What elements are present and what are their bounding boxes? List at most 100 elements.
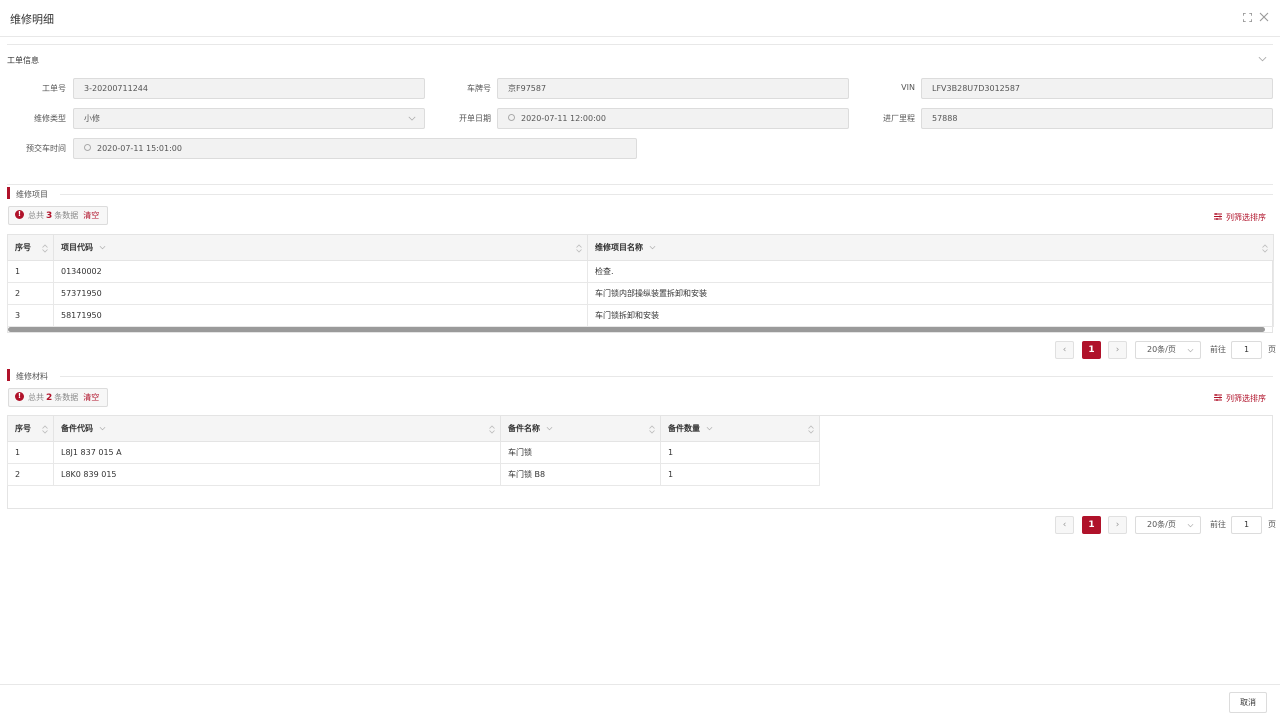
filter-icon: [1214, 394, 1222, 401]
repair-items-info-bar: ! 总共 3 条数据 清空: [8, 206, 108, 225]
goto-prefix: 前往: [1210, 520, 1226, 529]
vin-label: VIN: [901, 83, 915, 92]
page-size-value: 20条/页: [1147, 345, 1176, 354]
column-header-label: 备件代码: [61, 424, 93, 433]
sort-icon[interactable]: [649, 425, 655, 434]
chevron-down-icon[interactable]: [1258, 56, 1267, 62]
order-no-field[interactable]: 3-20200711244: [73, 78, 425, 99]
row-index: 3: [7, 304, 54, 327]
dialog-header: 维修明细: [0, 0, 1280, 37]
delivery-time-label: 预交车时间: [26, 144, 66, 153]
prev-page-button[interactable]: ‹: [1055, 516, 1074, 534]
table-row[interactable]: 1 01340002 检查.: [7, 260, 1274, 283]
goto-page-input[interactable]: 1: [1231, 341, 1262, 359]
repair-items-table: 序号 项目代码 维修项目名称 1 01340002 检查. 2 57371950…: [7, 234, 1274, 327]
repair-type-select[interactable]: 小修: [73, 108, 425, 129]
plate-field[interactable]: 京F97587: [497, 78, 849, 99]
sort-icon[interactable]: [576, 244, 582, 253]
order-no-value: 3-20200711244: [84, 84, 148, 93]
sort-icon[interactable]: [42, 244, 48, 253]
info-prefix: 总共: [28, 211, 44, 220]
table-row[interactable]: 3 58171950 车门锁拆卸和安装: [7, 304, 1274, 327]
chevron-down-icon[interactable]: [99, 245, 106, 250]
part-name: 车门锁: [500, 441, 661, 464]
column-filter-button[interactable]: 列筛选排序: [1214, 393, 1266, 404]
current-page[interactable]: 1: [1082, 341, 1101, 359]
sort-icon[interactable]: [808, 425, 814, 434]
info-suffix: 条数据: [54, 211, 79, 220]
mileage-field[interactable]: 57888: [921, 108, 1273, 129]
plate-value: 京F97587: [508, 84, 547, 93]
maximize-icon[interactable]: [1243, 13, 1252, 22]
row-index: 1: [7, 441, 54, 464]
close-icon[interactable]: [1259, 12, 1269, 22]
divider: [7, 184, 1273, 185]
current-page[interactable]: 1: [1082, 516, 1101, 534]
table-row[interactable]: 2 57371950 车门锁内部操纵装置拆卸和安装: [7, 282, 1274, 305]
horizontal-scrollbar[interactable]: [8, 327, 1265, 332]
page-size-select[interactable]: 20条/页: [1135, 516, 1201, 534]
column-header[interactable]: 备件名称: [500, 415, 661, 442]
open-date-value: 2020-07-11 12:00:00: [521, 114, 606, 123]
plate-label: 车牌号: [467, 84, 491, 93]
part-code: L8J1 837 015 A: [53, 441, 501, 464]
section-title-repair-items: 维修项目: [16, 190, 48, 199]
footer-divider: [0, 684, 1280, 685]
column-header[interactable]: 序号: [7, 234, 54, 261]
delivery-time-picker[interactable]: 2020-07-11 15:01:00: [73, 138, 637, 159]
clock-icon: [508, 114, 515, 121]
sort-icon[interactable]: [489, 425, 495, 434]
vin-field[interactable]: LFV3B28U7D3012587: [921, 78, 1273, 99]
column-header[interactable]: 备件代码: [53, 415, 501, 442]
row-index: 1: [7, 260, 54, 283]
chevron-down-icon: [1187, 523, 1194, 528]
order-no-label: 工单号: [42, 84, 66, 93]
table-row[interactable]: 2 L8K0 839 015 车门锁 B8 1: [7, 463, 820, 486]
column-filter-button[interactable]: 列筛选排序: [1214, 212, 1266, 223]
clear-button[interactable]: 清空: [83, 393, 99, 402]
chevron-down-icon[interactable]: [546, 426, 553, 431]
column-header[interactable]: 项目代码: [53, 234, 588, 261]
item-name: 车门锁内部操纵装置拆卸和安装: [587, 282, 1274, 305]
sort-icon[interactable]: [1262, 244, 1268, 253]
column-header-label: 备件数量: [668, 424, 700, 433]
clock-icon: [84, 144, 91, 151]
page-size-value: 20条/页: [1147, 520, 1176, 529]
vin-value: LFV3B28U7D3012587: [932, 84, 1021, 93]
cancel-button[interactable]: 取消: [1229, 692, 1267, 713]
divider: [7, 44, 1273, 45]
next-page-button[interactable]: ›: [1108, 341, 1127, 359]
clear-button[interactable]: 清空: [83, 211, 99, 220]
repair-materials-info-bar: ! 总共 2 条数据 清空: [8, 388, 108, 407]
column-header[interactable]: 维修项目名称: [587, 234, 1274, 261]
page-size-select[interactable]: 20条/页: [1135, 341, 1201, 359]
chevron-down-icon[interactable]: [649, 245, 656, 250]
prev-page-button[interactable]: ‹: [1055, 341, 1074, 359]
open-date-picker[interactable]: 2020-07-11 12:00:00: [497, 108, 849, 129]
column-header[interactable]: 备件数量: [660, 415, 820, 442]
part-code: L8K0 839 015: [53, 463, 501, 486]
part-name: 车门锁 B8: [500, 463, 661, 486]
divider: [60, 194, 1273, 195]
sort-icon[interactable]: [42, 425, 48, 434]
column-header-label: 序号: [15, 424, 31, 433]
item-code: 58171950: [53, 304, 588, 327]
next-page-button[interactable]: ›: [1108, 516, 1127, 534]
dialog-title: 维修明细: [10, 13, 54, 26]
delivery-time-value: 2020-07-11 15:01:00: [97, 144, 182, 153]
goto-page-input[interactable]: 1: [1231, 516, 1262, 534]
divider: [60, 376, 1273, 377]
section-marker: [7, 369, 10, 381]
chevron-down-icon[interactable]: [99, 426, 106, 431]
column-header[interactable]: 序号: [7, 415, 54, 442]
part-qty: 1: [660, 441, 820, 464]
info-suffix: 条数据: [54, 393, 79, 402]
repair-materials-table: 序号 备件代码 备件名称 备件数量 1 L8J1 837 015 A 车门锁 1…: [7, 415, 820, 486]
column-filter-label: 列筛选排序: [1226, 213, 1266, 222]
table-row[interactable]: 1 L8J1 837 015 A 车门锁 1: [7, 441, 820, 464]
column-header-label: 备件名称: [508, 424, 540, 433]
row-index: 2: [7, 463, 54, 486]
chevron-down-icon[interactable]: [706, 426, 713, 431]
count-value: 2: [46, 393, 53, 403]
repair-items-pagination: ‹ 1 › 20条/页 前往 1 页: [1055, 341, 1276, 359]
